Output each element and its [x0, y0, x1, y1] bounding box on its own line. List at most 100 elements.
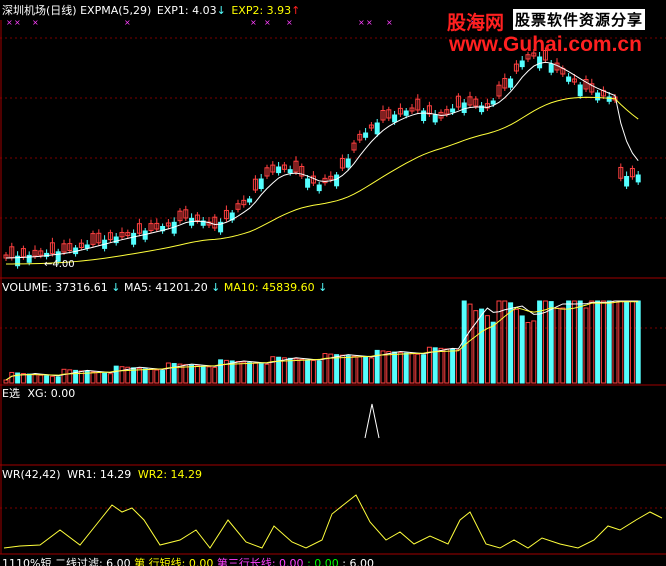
- ma5-value: MA5: 41201.20: [123, 281, 208, 294]
- bottom-item-3: 第: [134, 557, 146, 566]
- bottom-item-4: 行短线: 0.00: [148, 557, 214, 566]
- candle-body: [577, 84, 583, 97]
- volume-bar: [577, 300, 583, 384]
- x-marker: ×: [250, 18, 257, 27]
- volume-bar: [624, 300, 630, 384]
- volume-header: VOLUME: 37316.61 ↓ MA5: 41201.20 ↓ MA10:…: [2, 281, 327, 294]
- volume-bar: [421, 354, 427, 384]
- volume-bar: [287, 357, 293, 384]
- volume-bar: [432, 347, 438, 384]
- candle-body: [276, 166, 282, 174]
- bottom-header: 1110%短 二线过滤: 6.00 第 行短线: 0.00 第三行长线: 0.0…: [2, 557, 374, 566]
- wr-name[interactable]: WR(42,42): [2, 468, 61, 481]
- volume-bar: [566, 300, 572, 384]
- candle-body: [421, 110, 427, 121]
- xg-value: XG: 0.00: [27, 387, 76, 400]
- exp2-value: EXP2: 3.93: [231, 4, 292, 17]
- bottom-item-1[interactable]: 1110%短: [2, 557, 51, 566]
- x-marker: ×: [358, 18, 365, 27]
- volume-bar: [519, 315, 525, 384]
- volume-bar: [490, 321, 496, 384]
- volume-bar: [635, 300, 641, 384]
- signal-header: E选 XG: 0.00: [2, 387, 75, 400]
- indicator-name[interactable]: EXPMA(5,29): [80, 4, 151, 17]
- volume-bar: [189, 364, 195, 384]
- down-arrow-icon: ↓: [314, 281, 328, 294]
- candle-body: [363, 132, 369, 138]
- volume-bar: [26, 373, 32, 384]
- x-marker: ×: [32, 18, 39, 27]
- candle-body: [566, 76, 572, 82]
- watermark-logo: 股海网: [447, 12, 505, 34]
- x-marker: ×: [264, 18, 271, 27]
- exp1-value: EXP1: 4.03: [156, 4, 217, 17]
- volume-bar: [316, 360, 322, 384]
- volume-bar: [450, 348, 456, 384]
- candle-body: [450, 108, 456, 113]
- candle-body: [490, 100, 496, 105]
- stock-name[interactable]: 深圳机场(日线): [2, 4, 77, 17]
- volume-bar: [363, 356, 369, 384]
- candle-body: [519, 60, 525, 68]
- candle-body: [508, 78, 514, 88]
- x-marker: ×: [6, 18, 13, 27]
- volume-bar: [102, 372, 108, 384]
- candle-body: [432, 114, 438, 123]
- volume-bar: [403, 352, 409, 384]
- candle-body: [258, 178, 264, 189]
- price-header: 深圳机场(日线) EXPMA(5,29) EXP1: 4.03↓ EXP2: 3…: [2, 4, 300, 17]
- down-arrow-icon: ↓: [207, 281, 224, 294]
- candle-body: [26, 254, 32, 263]
- volume-bar: [44, 375, 50, 384]
- volume-bar: [305, 359, 311, 384]
- down-arrow-icon: ↓: [216, 4, 226, 17]
- bottom-item-5: 第三行长线: 0.00: [216, 557, 304, 566]
- candle-body: [403, 110, 409, 116]
- candle-body: [461, 102, 467, 113]
- volume-bar: [171, 363, 177, 384]
- candle-body: [84, 244, 90, 249]
- candle-body: [287, 169, 293, 174]
- candle-body: [345, 158, 351, 168]
- volume-bar: [258, 363, 264, 384]
- volume-bar: [479, 308, 485, 384]
- volume-bar: [548, 301, 554, 384]
- watermark-url: www.Guhai.com.cn: [449, 33, 642, 56]
- volume-bar: [392, 351, 398, 384]
- volume-bar: [15, 372, 21, 384]
- watermark-slogan: 股票软件资源分享: [513, 9, 646, 30]
- bottom-item-7: : 6.00: [342, 557, 374, 566]
- candle-body: [247, 198, 253, 203]
- wr1-value: WR1: 14.29: [67, 468, 132, 481]
- volume-bar: [595, 300, 601, 384]
- candle-body: [334, 174, 340, 187]
- volume-bar: [334, 354, 340, 384]
- low-price-label: 4.00: [52, 259, 75, 270]
- watermark: 股海网 股票软件资源分享 www.Guhai.com.cn: [447, 6, 663, 60]
- up-arrow-icon: ↑: [291, 4, 301, 17]
- volume-bar: [218, 359, 224, 384]
- signal-name[interactable]: E选: [2, 387, 20, 400]
- candle-body: [624, 175, 630, 187]
- candle-body: [392, 114, 398, 123]
- ma10-value: MA10: 45839.60: [223, 281, 315, 294]
- x-marker: ×: [286, 18, 293, 27]
- volume-bar: [508, 302, 514, 384]
- x-marker: ×: [14, 18, 21, 27]
- volume-bar: [200, 365, 206, 384]
- volume-bar: [160, 370, 166, 384]
- volume-bar: [606, 300, 612, 384]
- volume-bar: [142, 368, 148, 384]
- x-marker: ×: [124, 18, 131, 27]
- low-price-marker: ←4.00: [44, 258, 75, 271]
- candle-body: [131, 232, 137, 245]
- candle-body: [305, 178, 311, 188]
- volume-value[interactable]: VOLUME: 37316.61: [2, 281, 108, 294]
- volume-bar: [55, 376, 61, 384]
- volume-bar: [247, 362, 253, 384]
- bottom-item-6: : 0.00: [307, 557, 339, 566]
- volume-bar: [345, 355, 351, 384]
- down-arrow-icon: ↓: [107, 281, 124, 294]
- candle-body: [548, 63, 554, 73]
- x-marker: ×: [386, 18, 393, 27]
